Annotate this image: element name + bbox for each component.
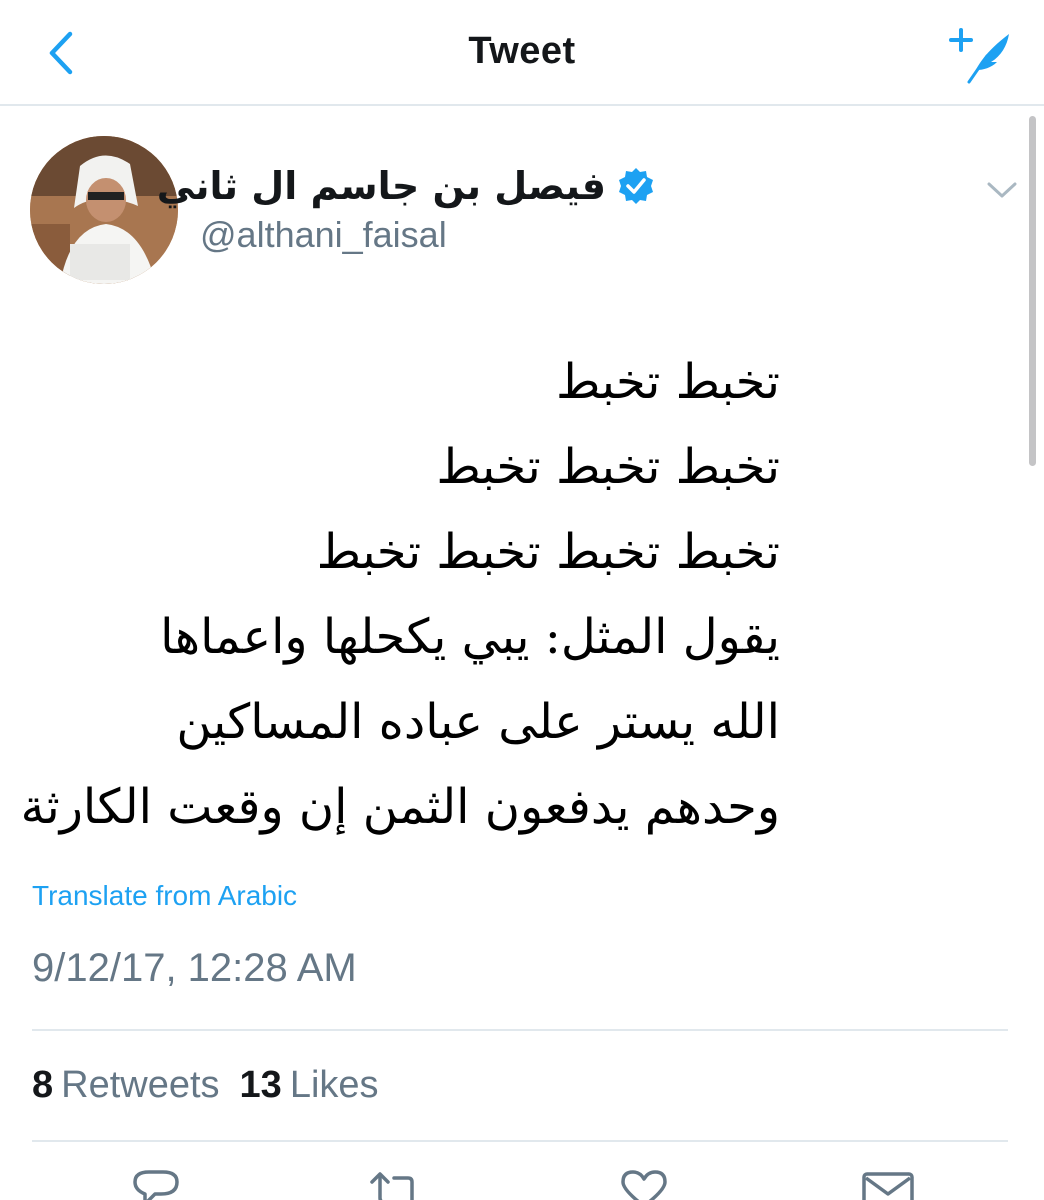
likes-label: Likes [289, 1064, 379, 1106]
divider [32, 1029, 1008, 1031]
chevron-down-icon [987, 182, 1017, 198]
tweet-timestamp: 9/12/17, 12:28 AM [32, 946, 357, 990]
retweet-button[interactable] [366, 1168, 426, 1200]
author-handle[interactable]: @althani_faisal [200, 214, 447, 256]
tweet-text-line: الله يستر على عباده المساكين [176, 694, 780, 750]
likes-count: 13 [239, 1064, 282, 1106]
retweets-label: Retweets [61, 1064, 220, 1106]
nav-header: Tweet [0, 0, 1044, 106]
tweet-text: تخبط تخبط تخبط تخبط تخبط تخبط تخبط تخبط … [20, 340, 780, 850]
author-display-name[interactable]: فيصل بن جاسم ال ثاني [157, 164, 606, 208]
engagement-stats: 8 Retweets 13 Likes [32, 1064, 399, 1107]
author-name-row[interactable]: فيصل بن جاسم ال ثاني [157, 164, 656, 208]
divider [32, 1140, 1008, 1142]
tweet-text-line: يقول المثل: يبي يكحلها واعماها [160, 609, 780, 665]
verified-badge-icon [616, 166, 656, 206]
tweet-text-line: وحدهم يدفعون الثمن إن وقعت الكارثة [20, 779, 780, 835]
retweet-icon [370, 1172, 414, 1200]
tweet-text-line: تخبط تخبط تخبط [436, 439, 780, 495]
scrollbar[interactable] [1029, 116, 1036, 466]
likes-stat[interactable]: 13 Likes [240, 1064, 379, 1107]
user-avatar [30, 136, 178, 284]
retweets-stat[interactable]: 8 Retweets [32, 1064, 220, 1107]
like-icon [621, 1170, 667, 1200]
avatar[interactable] [30, 136, 178, 284]
share-icon [862, 1172, 914, 1200]
tweet-text-line: تخبط تخبط [555, 354, 780, 410]
compose-tweet-icon [949, 28, 1009, 84]
compose-tweet-button[interactable] [946, 26, 1018, 84]
more-options-button[interactable] [984, 172, 1020, 208]
reply-button[interactable] [126, 1168, 186, 1200]
share-button[interactable] [858, 1168, 918, 1200]
translate-link[interactable]: Translate from Arabic [32, 880, 297, 912]
like-button[interactable] [614, 1168, 674, 1200]
tweet-text-line: تخبط تخبط تخبط تخبط [316, 524, 780, 580]
retweets-count: 8 [32, 1064, 54, 1106]
page-title: Tweet [468, 30, 576, 72]
tweet-detail-screen: Tweet فيصل بن جاسم ال ثاني @althani_fais… [0, 0, 1044, 1200]
reply-icon [133, 1170, 179, 1200]
